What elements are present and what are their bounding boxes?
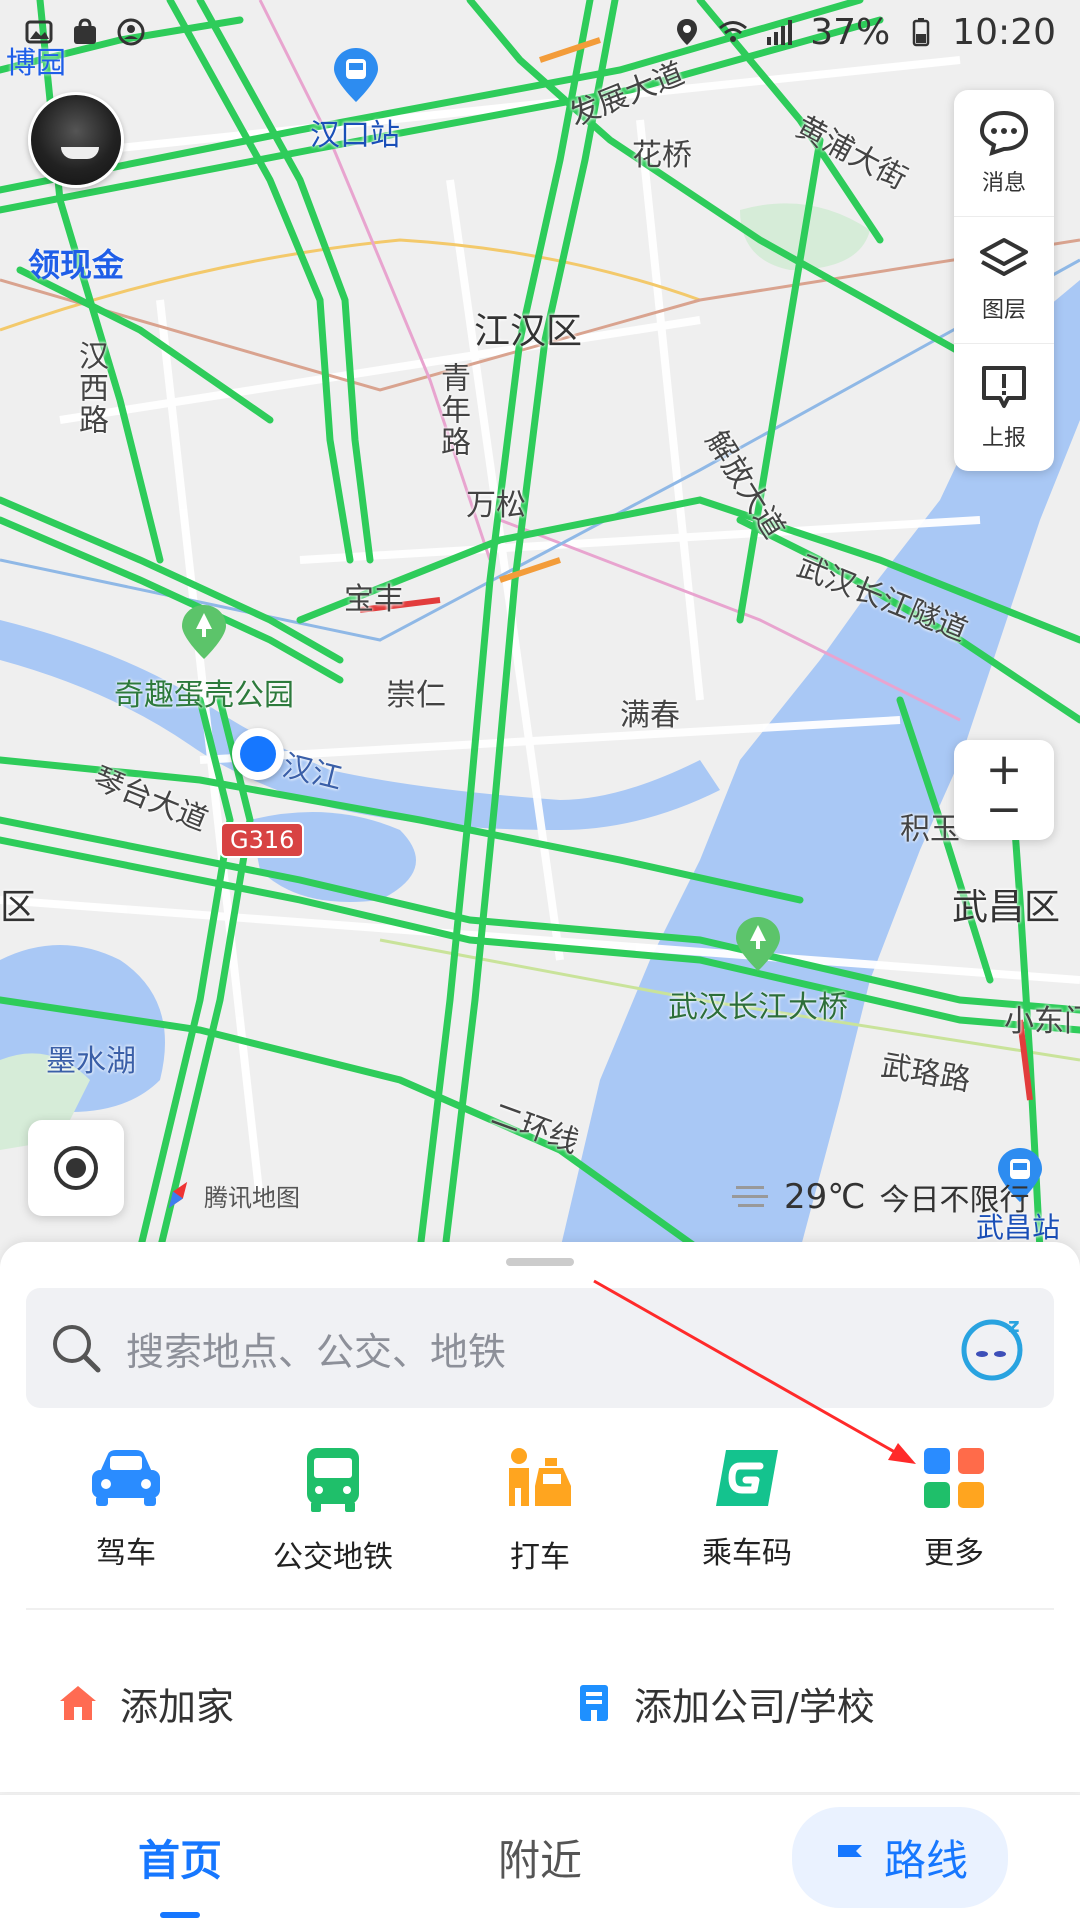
messages-button[interactable]: 消息: [954, 90, 1054, 217]
layers-label: 图层: [981, 298, 1026, 323]
svg-text:z: z: [1008, 1313, 1020, 1337]
map-attribution: 腾讯地图: [160, 1177, 300, 1213]
report-icon: [982, 365, 1026, 408]
zoom-control: + −: [954, 740, 1054, 840]
sheet-drag-handle[interactable]: [506, 1258, 574, 1266]
nav-home[interactable]: 首页: [0, 1827, 360, 1918]
target-icon: [54, 1146, 98, 1190]
signal-icon: [767, 20, 793, 45]
office-icon: [580, 1685, 608, 1721]
route-label: 路线: [883, 1836, 968, 1885]
more-grid-icon: [924, 1448, 984, 1508]
nav-nearby[interactable]: 附近: [360, 1827, 720, 1888]
add-work-label: 添加公司/学校: [634, 1684, 875, 1729]
map-label-changjiang-bridge[interactable]: 武汉长江大桥: [668, 982, 848, 1026]
map-label-moshui-lake: 墨水湖: [46, 1044, 136, 1079]
saved-places: 添加家 添加公司/学校: [22, 1614, 1058, 1792]
shortcut-taxi[interactable]: 打车: [440, 1446, 640, 1576]
shortcut-more-label: 更多: [924, 1536, 984, 1571]
map-label-jiyu: 积玉: [900, 812, 960, 847]
map-label-hankou-station[interactable]: 汉口站: [310, 110, 400, 154]
g316-badge: G316: [220, 822, 305, 858]
nav-route[interactable]: 路线: [720, 1807, 1080, 1908]
message-bubble-icon: [979, 110, 1029, 157]
shortcut-more[interactable]: 更多: [854, 1446, 1054, 1576]
map-label-hanxi-road: 汉西路: [73, 340, 108, 436]
map-label-qingnian-road: 青年路: [435, 362, 470, 458]
map-label-manchun: 满春: [620, 698, 680, 733]
attribution-text: 腾讯地图: [204, 1183, 300, 1212]
route-icon: [837, 1844, 862, 1873]
section-divider: [26, 1608, 1054, 1610]
ride-code-icon: [716, 1450, 778, 1506]
voice-assistant-icon[interactable]: z: [956, 1310, 1032, 1386]
promo-cash-link[interactable]: 领现金: [28, 240, 124, 286]
add-work-button[interactable]: 添加公司/学校: [540, 1676, 1058, 1731]
layers-icon: [980, 238, 1028, 276]
shortcut-ride-code[interactable]: 乘车码: [647, 1446, 847, 1576]
locate-me-button[interactable]: [28, 1120, 124, 1216]
account-icon: [117, 18, 145, 46]
taxi-icon: [509, 1448, 571, 1506]
user-avatar[interactable]: [28, 92, 124, 188]
bus-icon: [307, 1448, 359, 1512]
shortcut-ride-code-label: 乘车码: [702, 1536, 792, 1571]
shortcut-drive-label: 驾车: [96, 1536, 156, 1571]
shortcut-transit[interactable]: 公交地铁: [233, 1446, 433, 1576]
wifi-icon: [719, 21, 748, 42]
shopping-bag-icon: [74, 18, 96, 44]
shortcut-row: 驾车 公交地铁 打车 乘车码 更多: [26, 1446, 1054, 1576]
location-pin-icon: [677, 19, 698, 45]
map-label-baofeng: 宝丰: [344, 582, 404, 617]
battery-icon: [913, 18, 930, 47]
status-bar: 37% 10:20: [0, 0, 1080, 64]
clock: 10:20: [952, 11, 1056, 53]
map-label-qiqu-park[interactable]: 奇趣蛋壳公园: [114, 670, 294, 714]
add-home-button[interactable]: 添加家: [22, 1676, 540, 1731]
map-label-wansong: 万松: [466, 488, 526, 523]
map-label-jianghan-district: 江汉区: [474, 311, 583, 352]
current-location-marker: [232, 728, 284, 780]
add-home-label: 添加家: [120, 1684, 235, 1729]
map-label-chongren: 崇仁: [386, 678, 446, 713]
report-button[interactable]: 上报: [954, 344, 1054, 471]
map-tools-panel: 消息 图层 上报: [954, 90, 1054, 471]
search-bar[interactable]: 搜索地点、公交、地铁 z: [26, 1288, 1054, 1408]
home-icon: [60, 1686, 96, 1720]
zoom-out-button[interactable]: −: [986, 788, 1023, 832]
map-label-huaqiao: 花桥: [632, 138, 692, 173]
route-button[interactable]: 路线: [791, 1807, 1008, 1908]
report-label: 上报: [981, 425, 1026, 451]
layers-button[interactable]: 图层: [954, 217, 1054, 344]
messages-label: 消息: [981, 171, 1026, 196]
shortcut-drive[interactable]: 驾车: [26, 1446, 226, 1576]
map-label-district-left: 区: [0, 887, 37, 928]
location-dot: [240, 736, 276, 772]
compass-icon: [168, 1181, 188, 1209]
map-view[interactable]: 汉口站 发展大道 花桥 黄浦大街 江汉区 汉西路 青年路 万松 解放大道 宝丰 …: [0, 0, 1080, 1250]
search-icon: [53, 1325, 101, 1373]
status-bar-left-label: 博园: [6, 46, 66, 81]
weather-widget[interactable]: 29℃ 今日不限行: [730, 1175, 1029, 1219]
traffic-restriction: 今日不限行: [879, 1183, 1030, 1218]
park-marker-icon[interactable]: [182, 605, 226, 659]
battery-percent: 37%: [810, 11, 891, 53]
fog-icon: [732, 1186, 768, 1207]
shortcut-taxi-label: 打车: [510, 1540, 570, 1575]
shortcut-transit-label: 公交地铁: [273, 1540, 393, 1575]
car-icon: [92, 1450, 160, 1506]
bottom-sheet: 搜索地点、公交、地铁 z 驾车 公交地铁 打车 乘车码 更多 添加家 添加公司/…: [0, 1242, 1080, 1792]
map-label-xiaodong: 小东门: [1004, 1004, 1080, 1039]
temperature: 29℃: [784, 1177, 866, 1217]
bridge-marker-icon[interactable]: [736, 917, 780, 971]
bottom-nav: 首页 附近 路线: [0, 1794, 1080, 1920]
search-placeholder: 搜索地点、公交、地铁: [126, 1329, 507, 1374]
map-label-wuchang-district: 武昌区: [952, 887, 1061, 928]
